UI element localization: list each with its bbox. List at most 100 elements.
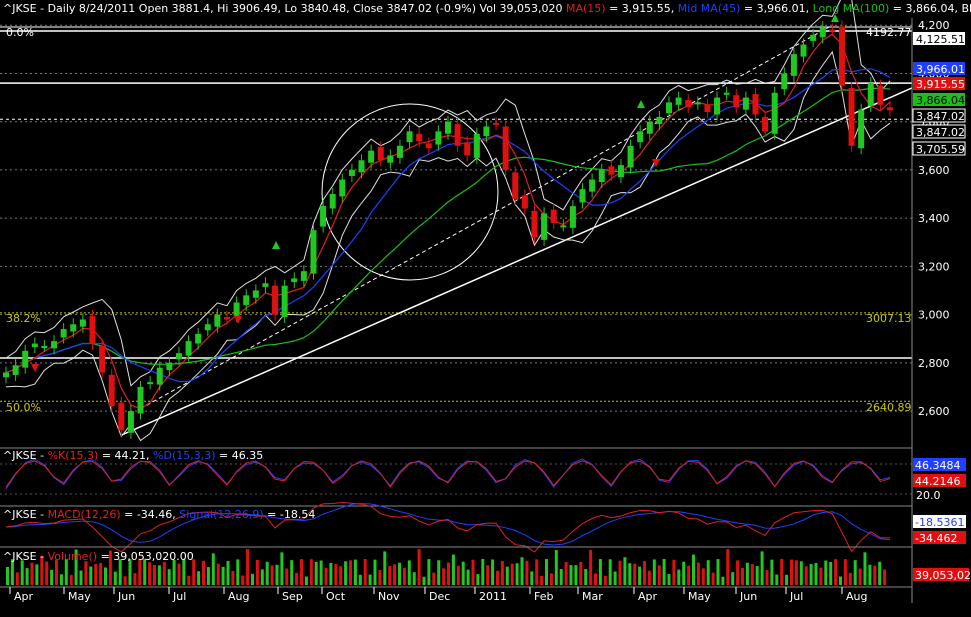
candle-body [22,350,29,368]
candle-body [569,206,576,228]
trendline-solid [121,87,913,436]
candle-body [627,145,634,168]
volume-bar [794,560,798,585]
volume-bar [20,560,24,585]
candle-body [262,283,269,287]
price-badge: 3,705.59 [916,143,965,156]
price-grid [0,24,912,412]
candle-body [70,324,77,332]
volume-bar [755,566,759,585]
candle-body [589,179,596,192]
volume-bar [721,576,725,585]
stoch-k-badge: 44.2146 [915,475,961,488]
candle-body [435,131,442,145]
volume-bar [873,565,877,585]
volume-bar [407,560,411,585]
candle-body [224,317,230,320]
candle-body [425,143,432,149]
volume-bar [162,561,166,585]
x-tick-label: Sep [282,590,303,603]
volume-bar [148,562,152,585]
x-tick-label: Apr [638,590,658,603]
candle-body [560,225,567,228]
volume-bar [241,575,245,585]
volume-bar [412,572,416,585]
stoch-d-label: %D(15,3,3) [153,449,216,462]
signal-arrows [31,14,839,372]
candle-body [12,365,19,375]
buy-arrow [637,100,645,108]
signal-value: = -18.54 [264,508,316,521]
volume-bar [211,553,215,585]
candle-body [396,145,403,158]
volume-bar [883,569,887,585]
candle-body [579,189,586,203]
volume-bar [662,559,666,585]
volume-bar [353,559,357,585]
stock-chart: 4,2004,0003,8003,6003,4003,2003,0002,800… [0,0,971,603]
volume-bar [432,572,436,585]
candle-body [272,285,279,315]
volume-bar [334,564,338,585]
price-badge: 4,125.51 [916,33,965,46]
volume-bar [520,557,524,585]
candle-body [752,93,759,115]
candle-body [848,87,855,146]
volume-bar [339,566,343,585]
candle-body [473,133,480,158]
volume-bar [809,564,813,585]
volume-bar [290,560,294,585]
volume-bar [30,562,34,585]
candle-body [214,314,221,327]
volume-bar [206,567,210,585]
volume-bar [402,567,406,585]
volume-bar [388,566,392,585]
candle-body [204,324,211,331]
volume-bar [275,564,279,585]
bollinger-bands [5,0,891,442]
volume-bar [716,559,720,585]
volume-bar [530,571,534,585]
macd-label: MACD(12,26) [48,508,121,521]
ma15-line [5,33,891,410]
volume-bar [300,559,303,585]
volume-bar [554,549,558,585]
volume-bar [358,574,362,585]
x-tick-label: Feb [534,590,553,603]
volume-bar [251,573,254,585]
volume-bar [417,549,421,585]
x-tick-label: Apr [14,590,34,603]
volume-bar [765,570,769,585]
price-tick-label: 3,600 [918,164,950,177]
candle-body [790,54,797,76]
volume-bar [187,575,191,585]
stoch-k-value: = 44.21, [98,449,153,462]
volume-panel: ^JKSE - Volume() = 39,053,020.00 39,053,… [0,546,971,585]
volume-bar [104,567,107,585]
price-tick-label: 2,800 [918,357,950,370]
volume-bar [84,561,88,585]
volume-bar [868,564,872,585]
volume-bar [814,562,818,585]
volume-bar [559,568,563,585]
x-tick-label: 2011 [479,590,507,603]
volume-bar [138,560,142,585]
volume-bar [25,568,29,585]
svg-text:^JKSE - Daily 8/24/2011 Open 3: ^JKSE - Daily 8/24/2011 Open 3881.4, Hi … [3,2,971,15]
candle-body [320,206,327,227]
long-ma-value: = 3,866.04, BBTop [889,2,971,15]
price-badge: 3,915.55 [916,78,965,91]
volume-bar [265,561,269,585]
volume-bar [304,576,308,585]
candle-body [810,34,817,41]
volume-bar [682,561,686,585]
volume-bar [15,572,19,585]
volume-badge: 39,053,020 [915,569,971,582]
volume-bar [711,572,715,585]
volume-ticker: ^JKSE [3,550,37,563]
price-badge: 3,966.01 [916,63,965,76]
candle-body [281,285,288,318]
volume-bar [427,559,431,585]
candle-body [464,142,471,156]
candle-body [233,302,240,316]
